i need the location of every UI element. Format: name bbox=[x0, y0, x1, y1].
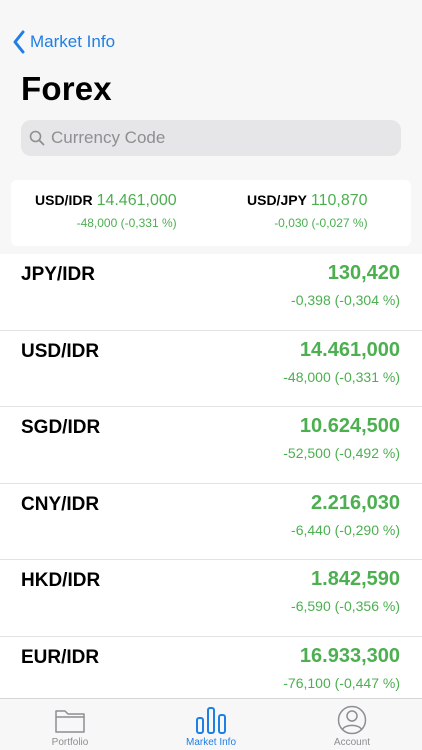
back-label: Market Info bbox=[30, 32, 116, 51]
search-icon bbox=[29, 130, 45, 146]
rate-change: -52,500 (-0,492 %) bbox=[283, 445, 400, 461]
tab-account[interactable]: Account bbox=[282, 699, 422, 750]
summary-pair: USD/JPY bbox=[247, 192, 307, 208]
rate-price: 10.624,500 bbox=[299, 415, 400, 437]
list-item[interactable]: USD/IDR 14.461,000 -48,000 (-0,331 %) bbox=[0, 331, 422, 407]
rate-pair: CNY/IDR bbox=[21, 493, 100, 515]
tab-portfolio[interactable]: Portfolio bbox=[0, 699, 140, 750]
search-bar[interactable] bbox=[21, 120, 401, 156]
tab-label: Portfolio bbox=[51, 737, 89, 748]
rate-price: 16.933,300 bbox=[299, 644, 400, 667]
chevron-left-icon bbox=[13, 30, 25, 54]
rate-pair: EUR/IDR bbox=[21, 646, 100, 668]
search-input[interactable] bbox=[51, 128, 381, 148]
tab-bar: Portfolio Market Info Account bbox=[0, 698, 422, 750]
summary-price: 14.461,000 bbox=[96, 192, 177, 209]
tab-label: Account bbox=[333, 737, 371, 748]
rate-price: 1.842,590 bbox=[311, 568, 400, 590]
summary-change: -0,030 (-0,027 %) bbox=[274, 216, 368, 230]
summary-item-usd-idr[interactable]: USD/IDR 14.461,000 -48,000 (-0,331 %) bbox=[35, 192, 177, 230]
summary-card: USD/IDR 14.461,000 -48,000 (-0,331 %) US… bbox=[11, 180, 411, 246]
tab-market-info[interactable]: Market Info bbox=[141, 699, 281, 750]
rate-change: -6,590 (-0,356 %) bbox=[291, 598, 400, 614]
rate-change: -0,398 (-0,304 %) bbox=[291, 292, 400, 308]
user-icon bbox=[337, 705, 367, 735]
summary-pair: USD/IDR bbox=[35, 192, 93, 208]
tab-label: Market Info bbox=[185, 737, 237, 748]
folder-icon bbox=[55, 710, 85, 733]
rate-price: 130,420 bbox=[327, 262, 400, 284]
summary-change: -48,000 (-0,331 %) bbox=[76, 216, 177, 230]
back-button[interactable]: Market Info bbox=[12, 30, 115, 54]
list-item[interactable]: HKD/IDR 1.842,590 -6,590 (-0,356 %) bbox=[0, 560, 422, 637]
rate-change: -48,000 (-0,331 %) bbox=[283, 368, 400, 385]
rate-pair: HKD/IDR bbox=[21, 570, 101, 591]
summary-price: 110,870 bbox=[310, 192, 368, 209]
list-item[interactable]: CNY/IDR 2.216,030 -6,440 (-0,290 %) bbox=[0, 484, 422, 560]
rate-pair: JPY/IDR bbox=[21, 264, 95, 285]
bar-chart-icon bbox=[196, 707, 226, 734]
top-bar: Market Info Forex USD/IDR 14.461,000 -48… bbox=[0, 0, 422, 250]
rates-list: JPY/IDR 130,420 -0,398 (-0,304 %) USD/ID… bbox=[0, 254, 422, 698]
list-item[interactable]: SGD/IDR 10.624,500 -52,500 (-0,492 %) bbox=[0, 407, 422, 484]
rate-change: -6,440 (-0,290 %) bbox=[291, 521, 400, 538]
page-title: Forex bbox=[21, 70, 112, 107]
list-item[interactable]: EUR/IDR 16.933,300 -76,100 (-0,447 %) bbox=[0, 637, 422, 699]
summary-item-usd-jpy[interactable]: USD/JPY 110,870 -0,030 (-0,027 %) bbox=[247, 192, 368, 230]
rate-change: -76,100 (-0,447 %) bbox=[283, 674, 400, 691]
rate-pair: SGD/IDR bbox=[21, 417, 101, 438]
rate-price: 2.216,030 bbox=[311, 491, 400, 514]
list-item[interactable]: JPY/IDR 130,420 -0,398 (-0,304 %) bbox=[0, 254, 422, 331]
rate-price: 14.461,000 bbox=[299, 338, 400, 361]
rate-pair: USD/IDR bbox=[21, 340, 100, 362]
